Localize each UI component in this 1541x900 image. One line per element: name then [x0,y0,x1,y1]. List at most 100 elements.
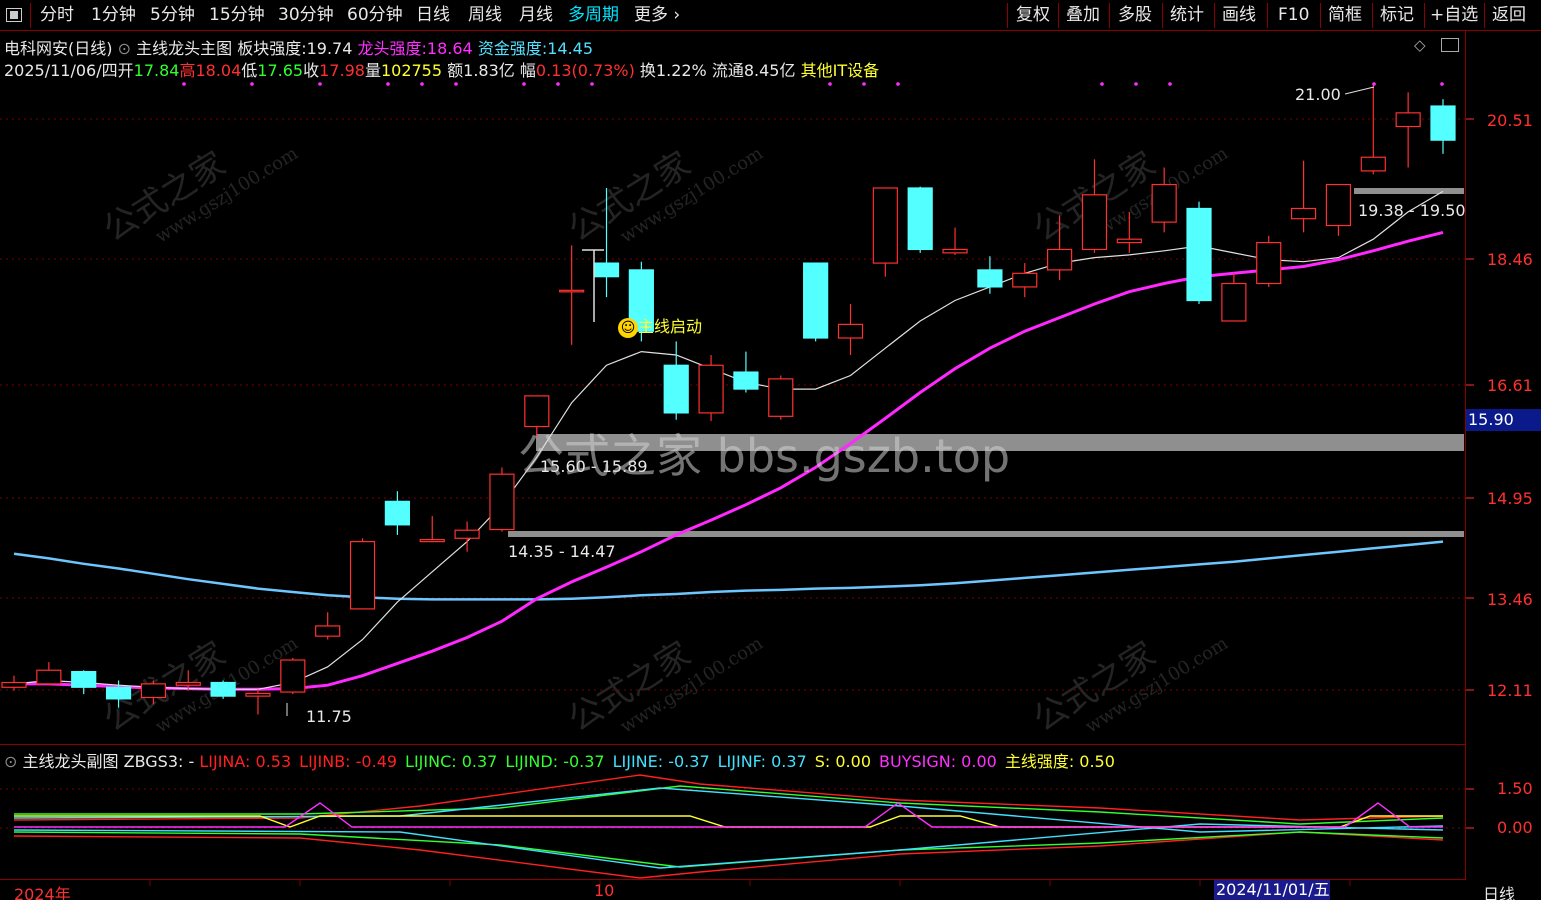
candle-body [907,187,933,251]
candle-body [733,371,759,390]
signal-dot [828,82,832,86]
period-label[interactable]: 日线 [1483,881,1515,900]
signal-dot [522,82,526,86]
signal-label: ☺ 主线启动 [618,313,702,338]
zone-label: 14.35 - 14.47 [508,542,616,561]
amt-label: 额 [447,61,464,80]
candle-body [245,692,271,697]
high-arrow [1344,86,1375,95]
candle-body [36,669,62,685]
candle-body [1395,112,1421,128]
buysign-line [14,802,1443,828]
chevron-circle-icon[interactable]: ⊙ [4,752,17,771]
sub-axis-label: 0.00 [1497,818,1533,837]
window-icon[interactable] [1441,38,1459,52]
candle-body [1081,194,1108,251]
candle-body [175,681,201,686]
signal-dot [862,82,866,86]
candle-body [663,364,689,414]
support-zone [508,531,1464,537]
candle-body [105,686,132,700]
watermark: 公式之家 bbs.gszb.top [518,429,1011,483]
candle-body [1012,272,1038,288]
candle-body [140,683,167,699]
candle-body [280,659,306,693]
candle-body [1360,156,1386,172]
chg-label: 幅 [519,61,536,80]
candle-body [1151,183,1177,223]
signal-dot [1440,82,1444,86]
sub-indicator-item: LIJINE: -0.37 [612,752,710,771]
candle-body [837,323,864,339]
lijin-b-line [13,831,1444,879]
chg-value: 0.13(0.73%) [535,61,635,80]
sub-axis-label: 1.50 [1497,779,1533,798]
zbgs-value: ZBGS3: - [123,752,195,771]
candle-body [1221,282,1247,322]
signal-dot [1100,82,1104,86]
candle-body [1325,183,1352,227]
close-value: 17.98 [319,61,365,80]
price-axis-label: 12.11 [1487,681,1533,700]
diamond-icon[interactable]: ◇ [1414,36,1426,54]
price-axis-label: 13.46 [1487,590,1533,609]
lijin-a-line [13,774,1444,821]
turnover: 换1.22% [639,61,707,80]
sub-info-line: ⊙ 主线龙头副图 ZBGS3: - LIJINA: 0.53 LIJINB: -0… [4,748,1123,772]
sub-indicator-item: LIJINA: 0.53 [199,752,292,771]
high-value: 18.04 [195,61,242,80]
lt-strength-label: 龙头强度: [357,39,427,58]
candle-body [593,262,620,278]
sector-name[interactable]: 其他IT设备 [801,61,880,80]
signal-dot [386,82,390,86]
zj-strength-value: 14.45 [547,39,594,58]
candle-body [1186,207,1212,302]
signal-dot [590,82,594,86]
candle-body [419,539,445,543]
signal-text: 主线启动 [638,317,703,336]
sub-indicator-values: LIJINA: 0.53 LIJINB: -0.49 LIJINC: 0.37 LIJ… [199,752,1123,771]
candle-body [698,364,724,414]
candles [1,85,1456,715]
price-axis-label: 20.51 [1487,111,1533,130]
signal-dot [1134,82,1138,86]
sub-indicator-lines [13,774,1444,879]
chevron-circle-icon[interactable]: ⊙ [118,39,131,58]
candle-body [1430,105,1456,141]
signal-dot [420,82,424,86]
price-axis-label: 14.95 [1487,489,1533,508]
bar-date: 2025/11/06/四 [4,61,118,80]
candle-body [1116,238,1142,244]
candle-body [1256,242,1282,285]
candle-body [942,248,968,254]
sub-indicator-name[interactable]: 主线龙头副图 [23,752,119,771]
info-line-2: 2025/11/06/四开17.84高18.04低17.65收17.98量102… [4,57,879,81]
high-label: 高 [179,61,196,80]
candle-body [454,529,480,539]
current-price-tag: 15.90 [1466,409,1541,431]
candle-body [1290,207,1317,220]
signal-dot [250,82,254,86]
info-line-1: 电科网安(日线) ⊙ 主线龙头主图 板块强度:19.74 龙头强度:18.64 … [4,35,593,59]
lt-strength-value: 18.64 [426,39,473,58]
cursor-date-label: 2024/11/01/五 [1214,880,1330,900]
sub-indicator-item: BUYSIGN: 0.00 [879,752,997,771]
float-cap: 流通8.45亿 [711,61,796,80]
low-label: 低 [241,61,258,80]
sub-indicator-item: S: 0.00 [814,752,871,771]
candle-body [803,262,829,339]
support-zone [1354,188,1464,194]
signal-dot [1372,82,1376,86]
signal-dot [318,82,322,86]
price-axis-label: 16.61 [1487,376,1533,395]
low-value: 17.65 [257,61,304,80]
candle-body [1047,248,1073,271]
indicator-name[interactable]: 主线龙头主图 [136,39,232,58]
stock-name[interactable]: 电科网安(日线) [4,39,113,58]
amt-value: 1.83亿 [463,61,515,80]
bk-strength-label: 板块强度: [237,39,307,58]
price-axis-label: 18.46 [1487,250,1533,269]
signal-dot [182,82,186,86]
open-value: 17.84 [133,61,180,80]
zj-strength-label: 资金强度: [477,39,548,58]
